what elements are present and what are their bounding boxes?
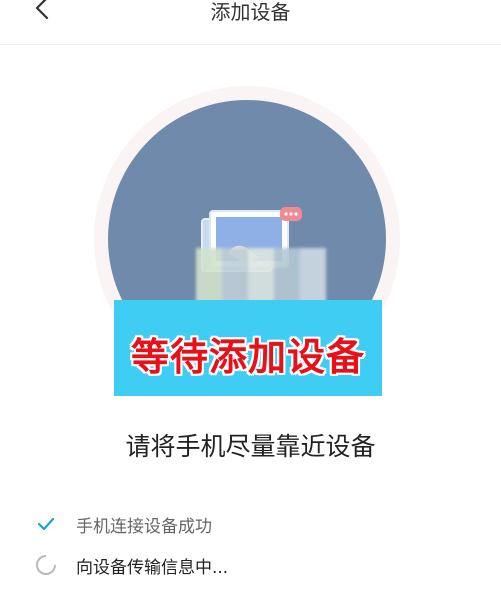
check-icon bbox=[34, 512, 58, 536]
loading-spinner-icon bbox=[34, 553, 58, 577]
step-label: 手机连接设备成功 bbox=[76, 516, 212, 537]
step-connected: 手机连接设备成功 bbox=[34, 510, 212, 538]
pixelated-device-image bbox=[196, 248, 326, 303]
step-transferring: 向设备传输信息中... bbox=[34, 551, 228, 579]
caption-banner: 等待添加设备 bbox=[114, 300, 382, 396]
step-label: 向设备传输信息中... bbox=[76, 557, 229, 578]
instruction-text: 请将手机尽量靠近设备 bbox=[125, 432, 376, 461]
nav-bar: 添加设备 bbox=[0, 0, 501, 45]
caption-text: 等待添加设备 bbox=[130, 335, 365, 379]
page-title: 添加设备 bbox=[210, 0, 291, 24]
